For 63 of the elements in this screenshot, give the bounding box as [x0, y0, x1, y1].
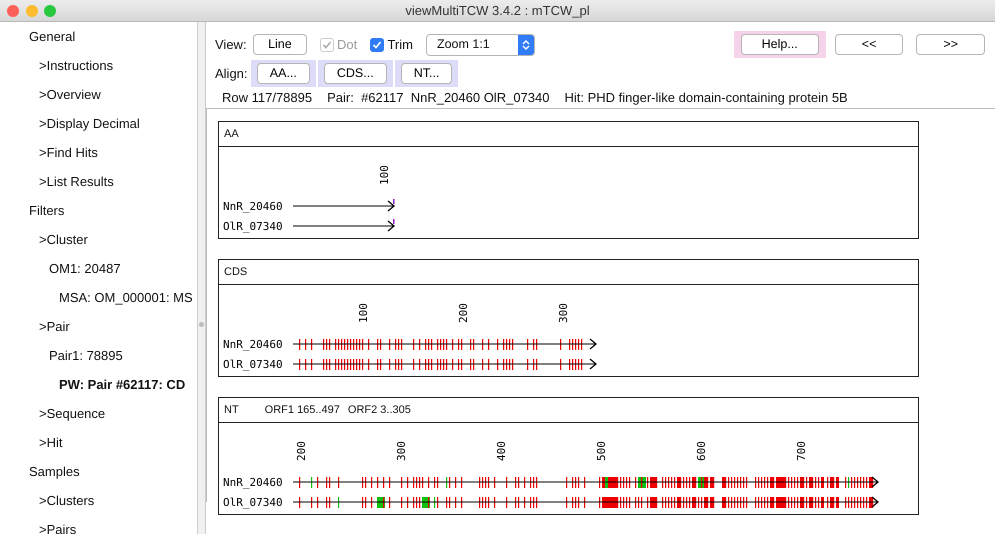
tree-item[interactable]: >Clusters: [0, 486, 197, 515]
tree-item[interactable]: >Overview: [0, 80, 197, 109]
info-text: Row 117/78895: [222, 88, 312, 107]
orf-text: ORF1 165..497: [264, 402, 340, 418]
splitter-handle-icon[interactable]: [199, 322, 204, 327]
axis-tick-label: 600: [695, 441, 708, 461]
tree-item[interactable]: MSA: OM_000001: MS: [0, 283, 197, 312]
align-button[interactable]: AA...: [256, 63, 310, 84]
panel-title: CDS: [224, 264, 248, 280]
tree-item[interactable]: >Display Decimal: [0, 109, 197, 138]
view-label: View:: [215, 36, 247, 54]
panel-title: NT: [224, 402, 239, 418]
align-label: Align:: [215, 64, 248, 83]
tree-item[interactable]: >Sequence: [0, 399, 197, 428]
axis-tick-label: 500: [595, 441, 608, 461]
tree-item[interactable]: General: [0, 22, 197, 51]
panel-title: AA: [224, 126, 239, 142]
tree-item[interactable]: Pair1: 78895: [0, 341, 197, 370]
line-button[interactable]: Line: [253, 34, 307, 55]
sequence-name: OlR_07340: [223, 358, 283, 371]
tree-item[interactable]: >List Results: [0, 167, 197, 196]
help-button[interactable]: Help...: [740, 34, 819, 55]
tree-item[interactable]: OM1: 20487: [0, 254, 197, 283]
zoom-dropdown[interactable]: Zoom 1:1: [426, 34, 535, 56]
orf-text: ORF2 3..305: [348, 402, 411, 418]
axis-tick-label: 300: [557, 303, 570, 323]
tree-item[interactable]: >Pair: [0, 312, 197, 341]
sequence-name: NnR_20460: [223, 476, 283, 489]
checkbox-label: Dot: [336, 36, 358, 54]
previous-button[interactable]: <<: [834, 34, 904, 55]
axis-tick-label: 400: [495, 441, 508, 461]
axis-tick-label: 200: [457, 303, 470, 323]
tree-item[interactable]: >Instructions: [0, 51, 197, 80]
align-button[interactable]: CDS...: [324, 63, 387, 84]
axis-tick-label: 100: [378, 165, 391, 185]
close-icon[interactable]: [7, 5, 19, 17]
tree-item[interactable]: Samples: [0, 457, 197, 486]
maximize-icon[interactable]: [44, 5, 56, 17]
checkbox[interactable]: [370, 38, 384, 52]
minimize-icon[interactable]: [26, 5, 38, 17]
axis-tick-label: 200: [295, 441, 308, 461]
axis-tick-label: 300: [395, 441, 408, 461]
checkmark-icon: [372, 40, 382, 50]
stepper-icon: [522, 38, 530, 50]
tree-item[interactable]: >Cluster: [0, 225, 197, 254]
window-title: viewMultiTCW 3.4.2 : mTCW_pl: [405, 2, 590, 20]
tree-item[interactable]: Filters: [0, 196, 197, 225]
tree-item[interactable]: >Find Hits: [0, 138, 197, 167]
info-text: Hit: PHD finger-like domain-containing protein 5B: [564, 88, 848, 107]
tree-item[interactable]: PW: Pair #62117: CD: [0, 370, 197, 399]
sequence-name: OlR_07340: [223, 220, 283, 233]
sequence-name: OlR_07340: [223, 496, 283, 509]
sequence-name: NnR_20460: [223, 338, 283, 351]
info-text: Pair: #62117 NnR_20460 OlR_07340: [327, 88, 550, 107]
sequence-name: NnR_20460: [223, 200, 283, 213]
align-button[interactable]: NT...: [400, 63, 452, 84]
checkbox-label: Trim: [387, 36, 413, 54]
tree-item[interactable]: >Pairs: [0, 515, 197, 534]
next-button[interactable]: >>: [916, 34, 985, 55]
axis-tick-label: 100: [357, 303, 370, 323]
axis-tick-label: 700: [795, 441, 808, 461]
checkmark-icon: [322, 40, 332, 50]
tree-item[interactable]: >Hit: [0, 428, 197, 457]
